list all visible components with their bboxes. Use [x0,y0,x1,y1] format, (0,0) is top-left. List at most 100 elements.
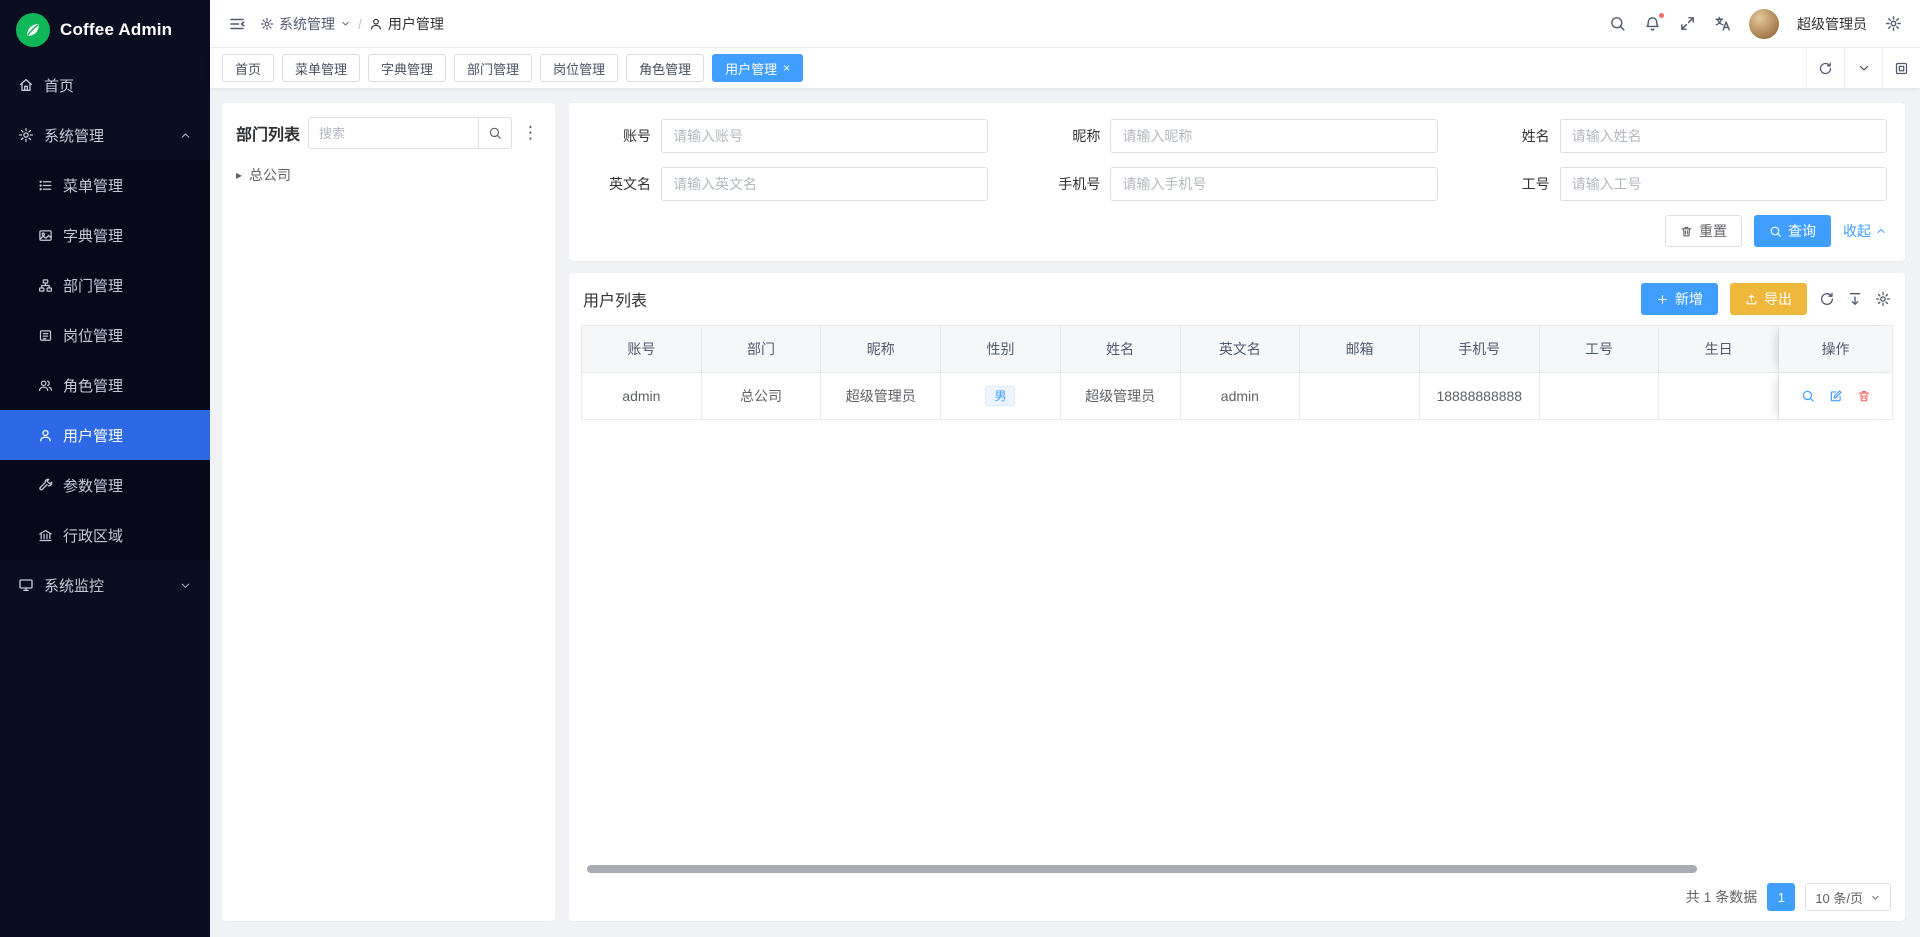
tab-dept-management[interactable]: 部门管理 [454,54,532,82]
account-input[interactable] [661,119,988,153]
name-input[interactable] [1560,119,1887,153]
global-search-button[interactable] [1609,15,1626,32]
sidebar-item-admin-region[interactable]: 行政区域 [0,510,210,560]
caret-right-icon[interactable]: ▸ [236,168,242,182]
current-username[interactable]: 超级管理员 [1797,14,1867,34]
english-name-input[interactable] [661,167,988,201]
sidebar-item-user-management[interactable]: 用户管理 [0,410,210,460]
department-search-input[interactable] [308,117,478,149]
page-number-button[interactable]: 1 [1767,883,1795,911]
tab-dict-management[interactable]: 字典管理 [368,54,446,82]
tab-menu-management[interactable]: 菜单管理 [282,54,360,82]
column-header-job-number[interactable]: 工号 [1540,326,1660,373]
tab-user-management[interactable]: 用户管理 × [712,54,803,82]
horizontal-scrollbar[interactable] [583,863,1891,875]
edit-user-button[interactable] [1829,389,1843,403]
sidebar-item-param-management[interactable]: 参数管理 [0,460,210,510]
collapse-filter-button[interactable]: 收起 [1843,221,1887,241]
avatar[interactable] [1749,9,1779,39]
breadcrumb-separator: / [358,16,362,32]
content-fullscreen-button[interactable] [1882,48,1920,88]
export-button[interactable]: 导出 [1730,283,1807,315]
sidebar-item-home[interactable]: 首页 [0,60,210,110]
tab-role-management[interactable]: 角色管理 [626,54,704,82]
pagination: 共 1 条数据 1 10 条/页 [581,879,1893,921]
department-panel: 部门列表 ⋮ ▸ 总公司 [222,103,555,921]
table-settings-button[interactable] [1875,291,1891,307]
tab-label: 岗位管理 [553,59,605,78]
bank-icon [38,528,53,543]
breadcrumb-item-system[interactable]: 系统管理 [260,14,351,34]
sidebar-item-system-management[interactable]: 系统管理 [0,110,210,160]
tab-label: 菜单管理 [295,59,347,78]
app-logo: Coffee Admin [0,0,210,60]
field-phone: 手机号 [1036,167,1437,201]
column-header-english-name[interactable]: 英文名 [1181,326,1301,373]
table-header-row: 账号 部门 昵称 性别 姓名 英文名 邮箱 手机号 工号 生日 操作 [582,326,1892,373]
scrollbar-thumb[interactable] [587,865,1697,873]
column-header-account[interactable]: 账号 [582,326,702,373]
collapse-sidebar-button[interactable] [228,15,246,33]
tree-node-head-office[interactable]: ▸ 总公司 [236,163,541,187]
sidebar-item-dict-management[interactable]: 字典管理 [0,210,210,260]
table-row[interactable]: admin 总公司 超级管理员 男 超级管理员 admin 1888888888… [582,373,1892,420]
breadcrumb-label: 用户管理 [388,14,444,34]
tab-actions-dropdown[interactable] [1844,48,1882,88]
table-empty-area [581,420,1893,863]
breadcrumb: 系统管理 / 用户管理 [260,14,444,34]
column-header-birthday[interactable]: 生日 [1659,326,1779,373]
phone-input[interactable] [1110,167,1437,201]
department-search-button[interactable] [478,117,512,149]
import-button[interactable] [1847,291,1863,307]
field-label: 手机号 [1036,174,1100,194]
home-icon [18,77,34,93]
cell-phone: 18888888888 [1420,373,1540,420]
nickname-input[interactable] [1110,119,1437,153]
job-number-input[interactable] [1560,167,1887,201]
image-icon [38,228,53,243]
add-user-button[interactable]: 新增 [1641,283,1718,315]
column-header-phone[interactable]: 手机号 [1420,326,1540,373]
delete-user-button[interactable] [1857,389,1871,403]
sidebar-item-label: 参数管理 [63,475,123,496]
sidebar-item-role-management[interactable]: 角色管理 [0,360,210,410]
column-header-name[interactable]: 姓名 [1061,326,1181,373]
language-button[interactable] [1714,15,1731,32]
export-button-label: 导出 [1764,289,1792,309]
page-size-select[interactable]: 10 条/页 [1805,883,1891,911]
refresh-table-button[interactable] [1819,291,1835,307]
notifications-button[interactable] [1644,15,1661,32]
chevron-up-icon [179,129,192,142]
tab-home[interactable]: 首页 [222,54,274,82]
gear-icon [1885,15,1902,32]
trash-icon [1857,389,1871,403]
fullscreen-button[interactable] [1679,15,1696,32]
tab-label: 部门管理 [467,59,519,78]
settings-button[interactable] [1885,15,1902,32]
clear-icon [1680,225,1693,238]
column-header-email[interactable]: 邮箱 [1300,326,1420,373]
view-user-button[interactable] [1801,389,1815,403]
refresh-page-button[interactable] [1806,48,1844,88]
main-column: 账号 昵称 姓名 英文名 [569,103,1905,921]
cell-nickname: 超级管理员 [821,373,941,420]
edit-icon [1829,389,1843,403]
sidebar-item-dept-management[interactable]: 部门管理 [0,260,210,310]
column-header-department[interactable]: 部门 [702,326,822,373]
column-header-gender[interactable]: 性别 [941,326,1061,373]
close-tab-icon[interactable]: × [783,62,790,74]
sidebar-item-label: 行政区域 [63,525,123,546]
sidebar-item-post-management[interactable]: 岗位管理 [0,310,210,360]
sidebar-item-label: 系统管理 [44,125,104,146]
query-button[interactable]: 查询 [1754,215,1831,247]
user-list-title: 用户列表 [583,287,647,311]
breadcrumb-label: 系统管理 [279,14,335,34]
breadcrumb-item-user: 用户管理 [369,14,444,34]
tab-post-management[interactable]: 岗位管理 [540,54,618,82]
column-header-nickname[interactable]: 昵称 [821,326,941,373]
department-more-button[interactable]: ⋮ [520,123,541,143]
sidebar-item-menu-management[interactable]: 菜单管理 [0,160,210,210]
reset-button[interactable]: 重置 [1665,215,1742,247]
sidebar-item-system-monitor[interactable]: 系统监控 [0,560,210,610]
cell-english-name: admin [1181,373,1301,420]
